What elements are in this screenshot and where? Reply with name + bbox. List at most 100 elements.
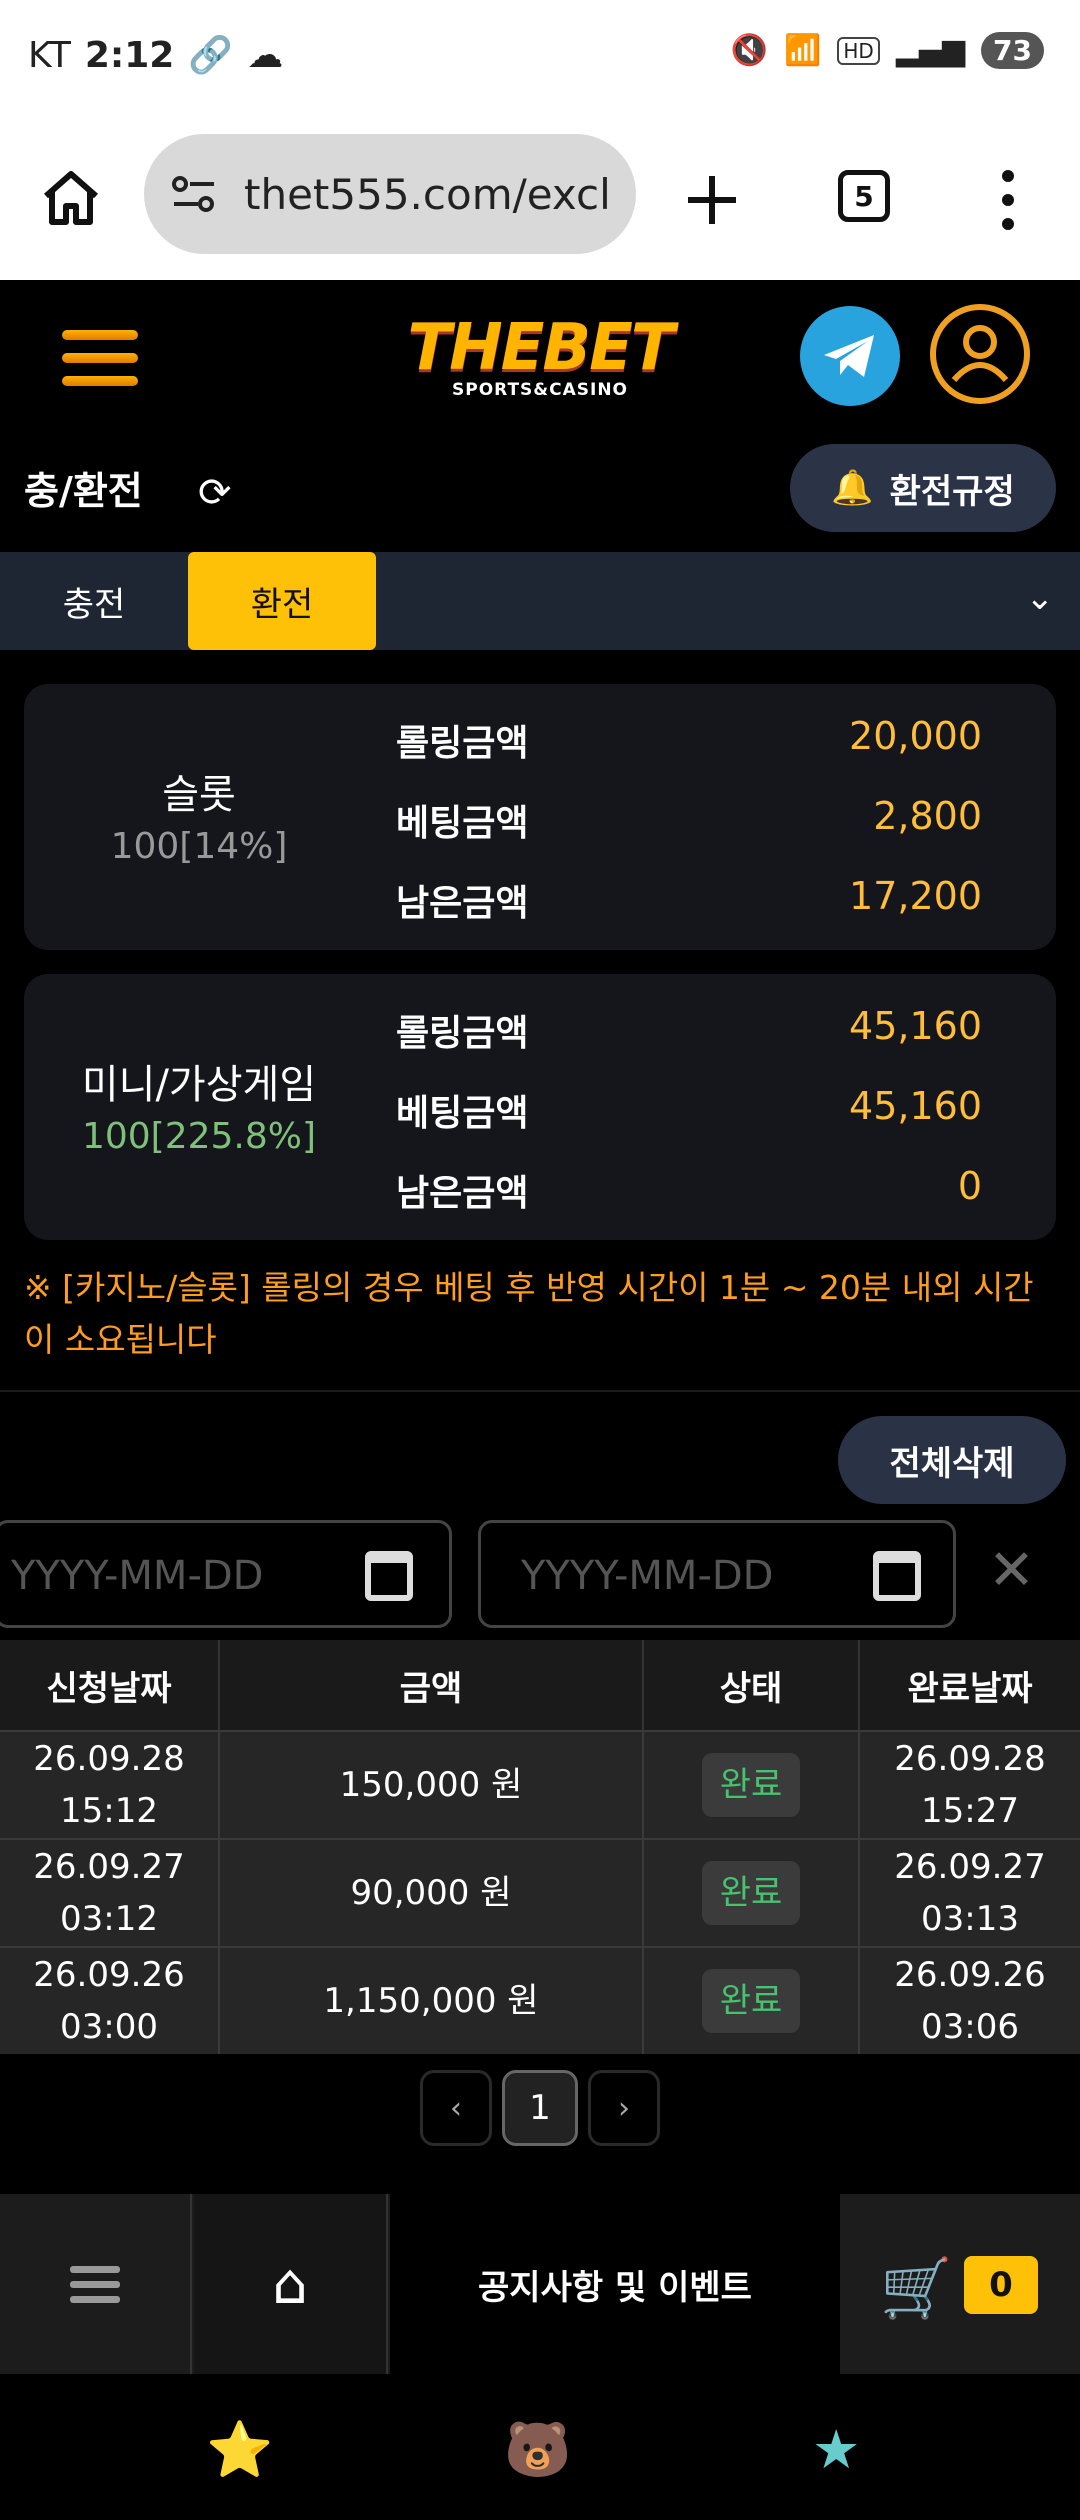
next-page-button[interactable]: › [588, 2070, 660, 2146]
status-cell: 완료 [644, 1840, 860, 1946]
new-tab-icon[interactable] [684, 172, 740, 228]
column-header: 상태 [644, 1640, 860, 1730]
page-title-row: 충/환전 ⟳ 🔔 환전규정 [0, 430, 1080, 550]
logo-text: THEBET [407, 311, 674, 385]
end-date-input[interactable]: YYYY-MM-DD [478, 1520, 956, 1628]
notice-event-button[interactable]: 공지사항 및 이벤트 [390, 2194, 840, 2374]
telegram-icon[interactable] [800, 306, 900, 406]
table-row: 26.09.28 15:12 150,000 원 완료 26.09.28 15:27 [0, 1730, 1080, 1838]
remaining-value: 0 [957, 1164, 982, 1208]
browser-toolbar: thet555.com/excl 5 [0, 120, 1080, 280]
signal-icon: ▂▄▆ [895, 33, 966, 68]
site-header: THEBET SPORTS&CASINO [0, 280, 1080, 430]
card-percent: 100[14%] [110, 826, 288, 867]
bear-icon[interactable]: 🐻 [504, 2418, 571, 2482]
status-badge: 완료 [701, 1753, 801, 1817]
menu-icon [70, 2258, 120, 2311]
table-row: 26.09.27 03:12 90,000 원 완료 26.09.27 03:13 [0, 1838, 1080, 1946]
delete-all-button[interactable]: 전체삭제 [838, 1416, 1066, 1504]
wifi-icon: 📶 [784, 33, 822, 68]
betting-value: 45,160 [849, 1084, 982, 1128]
carrier: KT [28, 34, 71, 76]
amount-cell: 1,150,000 원 [220, 1948, 644, 2054]
status-cell: 완료 [644, 1732, 860, 1838]
calendar-icon[interactable] [873, 1551, 921, 1601]
address-bar[interactable]: thet555.com/excl [144, 134, 636, 254]
cart-icon[interactable]: 🛒 [880, 2254, 952, 2323]
card-name: 슬롯 [162, 772, 236, 818]
request-datetime: 26.09.27 03:12 [0, 1840, 220, 1946]
cart-count-badge: 0 [964, 2256, 1038, 2314]
bell-icon: 🔔 [831, 468, 874, 508]
betting-label: 베팅금액 [396, 1093, 529, 1134]
mute-icon: 🔇 [730, 33, 768, 68]
betting-value: 2,800 [873, 794, 982, 838]
status-bar: KT 2:12 🔗 ☁ 🔇 📶 HD ▂▄▆ 73 [0, 0, 1080, 120]
home-icon: ⌂ [272, 2251, 308, 2317]
betting-label: 베팅금액 [396, 803, 529, 844]
request-datetime: 26.09.26 03:00 [0, 1948, 220, 2054]
bottom-nav: ⌂ 공지사항 및 이벤트 🛒 0 [0, 2194, 1080, 2374]
hd-icon: HD [837, 36, 880, 65]
rolling-label: 롤링금액 [396, 1013, 529, 1054]
complete-datetime: 26.09.28 15:27 [894, 1739, 1046, 1831]
complete-datetime: 26.09.26 03:06 [894, 1955, 1046, 2047]
card-percent: 100[225.8%] [81, 1116, 317, 1157]
bottom-menu-button[interactable] [0, 2194, 192, 2374]
calendar-icon[interactable] [365, 1551, 413, 1601]
close-icon[interactable]: ✕ [988, 1538, 1035, 1603]
amount-cell: 90,000 원 [220, 1840, 644, 1946]
rolling-label: 롤링금액 [396, 723, 529, 764]
request-datetime: 26.09.28 15:12 [0, 1732, 220, 1838]
start-date-placeholder: YYYY-MM-DD [11, 1553, 264, 1599]
url-text: thet555.com/excl [244, 169, 611, 219]
remaining-label: 남은금액 [396, 1173, 529, 1214]
star-icon[interactable]: ★ [812, 2418, 860, 2481]
clock: 2:12 [84, 34, 175, 76]
tab-bar: 충전 환전 ⌄ [0, 552, 1080, 650]
card-name: 미니/가상게임 [81, 1062, 317, 1108]
cloud-icon: ☁ [247, 34, 284, 76]
chevron-down-icon[interactable]: ⌄ [1026, 578, 1055, 618]
rolling-value: 45,160 [849, 1004, 982, 1048]
more-menu-icon[interactable] [996, 168, 1020, 232]
menu-icon[interactable] [62, 330, 138, 386]
column-header: 완료날짜 [907, 1668, 1033, 1709]
prev-page-button[interactable]: ‹ [420, 2070, 492, 2146]
column-header: 금액 [220, 1640, 644, 1730]
page-number-button[interactable]: 1 [502, 2070, 578, 2146]
exchange-rules-label: 환전규정 [889, 471, 1015, 512]
site-logo[interactable]: THEBET SPORTS&CASINO [385, 316, 695, 406]
site-settings-icon[interactable] [170, 174, 218, 214]
refresh-icon[interactable]: ⟳ [198, 470, 232, 516]
withdraw-history-table: 신청날짜 금액 상태 완료날짜 26.09.28 15:12 150,000 원 … [0, 1640, 1080, 2054]
rolling-card-mini: 미니/가상게임 100[225.8%] 롤링금액 45,160 베팅금액 45,… [24, 974, 1056, 1240]
status-cell: 완료 [644, 1948, 860, 2054]
remaining-label: 남은금액 [396, 883, 529, 924]
star-icon[interactable]: ⭐ [206, 2418, 273, 2482]
column-header: 신청날짜 [0, 1640, 220, 1730]
bottom-home-button[interactable]: ⌂ [194, 2194, 388, 2374]
rolling-value: 20,000 [849, 714, 982, 758]
exchange-rules-button[interactable]: 🔔 환전규정 [790, 444, 1056, 532]
battery-indicator: 73 [981, 32, 1044, 69]
link-icon: 🔗 [188, 35, 234, 76]
tab-switcher-button[interactable]: 5 [838, 170, 890, 222]
table-header: 신청날짜 금액 상태 완료날짜 [0, 1640, 1080, 1730]
complete-datetime: 26.09.27 03:13 [894, 1847, 1046, 1939]
rolling-card-slot: 슬롯 100[14%] 롤링금액 20,000 베팅금액 2,800 남은금액 … [24, 684, 1056, 950]
start-date-input[interactable]: YYYY-MM-DD [0, 1520, 452, 1628]
tab-withdraw[interactable]: 환전 [188, 552, 376, 650]
status-badge: 완료 [701, 1969, 801, 2033]
table-row: 26.09.26 03:00 1,150,000 원 완료 26.09.26 03:… [0, 1946, 1080, 2054]
status-badge: 완료 [701, 1861, 801, 1925]
divider [0, 1390, 1080, 1392]
home-icon[interactable] [40, 166, 102, 228]
user-profile-icon[interactable] [930, 304, 1030, 404]
rolling-notice: ※ [카지노/슬롯] 롤링의 경우 베팅 후 반영 시간이 1분 ~ 20분 내… [24, 1268, 1034, 1359]
amount-cell: 150,000 원 [220, 1732, 644, 1838]
end-date-placeholder: YYYY-MM-DD [521, 1553, 774, 1599]
tab-deposit[interactable]: 충전 [0, 552, 188, 650]
page-title: 충/환전 [24, 469, 143, 513]
remaining-value: 17,200 [849, 874, 982, 918]
